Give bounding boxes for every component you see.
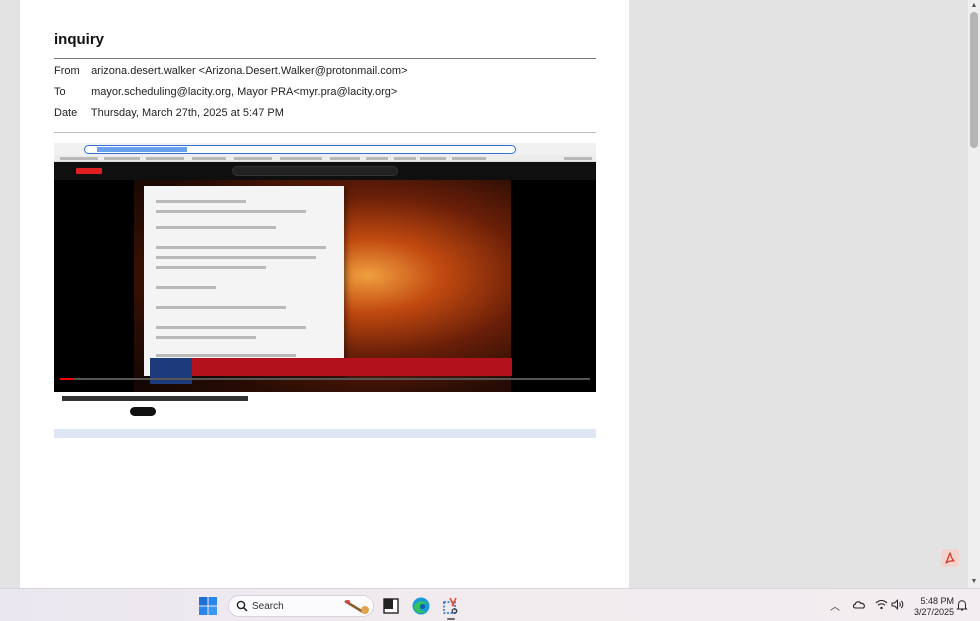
to-row: To mayor.scheduling@lacity.org, Mayor PR…: [54, 86, 397, 98]
search-highlight-art-icon: [344, 599, 369, 614]
clock-time: 5:48 PM: [920, 596, 954, 606]
date-row: Date Thursday, March 27th, 2025 at 5:47 …: [54, 107, 284, 119]
screenshot-breaking-news-banner: [150, 358, 512, 376]
pdf-button[interactable]: [941, 549, 959, 567]
scroll-down-arrow-icon[interactable]: ▼: [968, 576, 980, 588]
taskbar-search-label: Search: [252, 601, 284, 612]
from-row: From arizona.desert.walker <Arizona.Dese…: [54, 65, 408, 77]
screenshot-url-highlight: [97, 147, 187, 152]
screenshot-address-bar: [84, 145, 516, 154]
document-viewer[interactable]: inquiry From arizona.desert.walker <Ariz…: [0, 0, 968, 588]
windows-start-icon[interactable]: [198, 596, 218, 616]
from-value[interactable]: arizona.desert.walker <Arizona.Desert.Wa…: [91, 65, 407, 77]
screenshot-taskbar: [54, 429, 596, 438]
snipping-tool-icon[interactable]: [441, 596, 461, 616]
search-icon: [236, 600, 248, 612]
taskbar-clock[interactable]: 5:48 PM 3/27/2025: [910, 596, 954, 618]
date-value: Thursday, March 27th, 2025 at 5:47 PM: [90, 107, 284, 119]
pdf-icon: [945, 552, 955, 564]
edge-browser-icon[interactable]: [411, 596, 431, 616]
onedrive-cloud-icon[interactable]: [852, 599, 866, 609]
header-divider: [54, 58, 596, 59]
embedded-screenshot-image: [54, 143, 596, 438]
screenshot-youtube-logo: [76, 168, 102, 174]
screenshot-bookmarks-bar: [54, 155, 596, 162]
running-app-indicator: [447, 618, 455, 620]
screenshot-subscribe-button: [130, 407, 156, 416]
taskbar-search-box[interactable]: Search: [228, 595, 374, 617]
vertical-scrollbar[interactable]: ▲ ▼: [968, 0, 980, 588]
from-label: From: [54, 65, 80, 77]
screenshot-video-progress: [60, 378, 590, 380]
date-label: Date: [54, 107, 78, 119]
scrollbar-thumb[interactable]: [970, 12, 978, 148]
document-page: inquiry From arizona.desert.walker <Ariz…: [20, 0, 629, 588]
to-value[interactable]: mayor.scheduling@lacity.org, Mayor PRA<m…: [91, 86, 397, 98]
screenshot-fox11-logo: [150, 358, 192, 384]
screenshot-youtube-search: [232, 166, 398, 176]
screenshot-video-title: [62, 396, 248, 401]
screenshot-video-details: [54, 392, 596, 429]
document-title: inquiry: [54, 31, 105, 48]
volume-icon[interactable]: [891, 599, 904, 610]
to-label: To: [54, 86, 66, 98]
header-divider-bottom: [54, 132, 596, 133]
task-view-icon[interactable]: [381, 596, 401, 616]
chevron-up-icon[interactable]: ︿: [830, 598, 840, 613]
screenshot-text-messages-overlay: [144, 186, 344, 376]
notification-bell-icon[interactable]: [956, 599, 968, 611]
windows-taskbar: Search ︿ 5:48 PM 3/27/2025: [0, 588, 980, 621]
scroll-up-arrow-icon[interactable]: ▲: [968, 0, 980, 12]
screenshot-video-player: [54, 180, 596, 392]
screenshot-youtube-header: [54, 162, 596, 180]
clock-date: 3/27/2025: [913, 607, 954, 617]
wifi-icon[interactable]: [875, 599, 888, 610]
